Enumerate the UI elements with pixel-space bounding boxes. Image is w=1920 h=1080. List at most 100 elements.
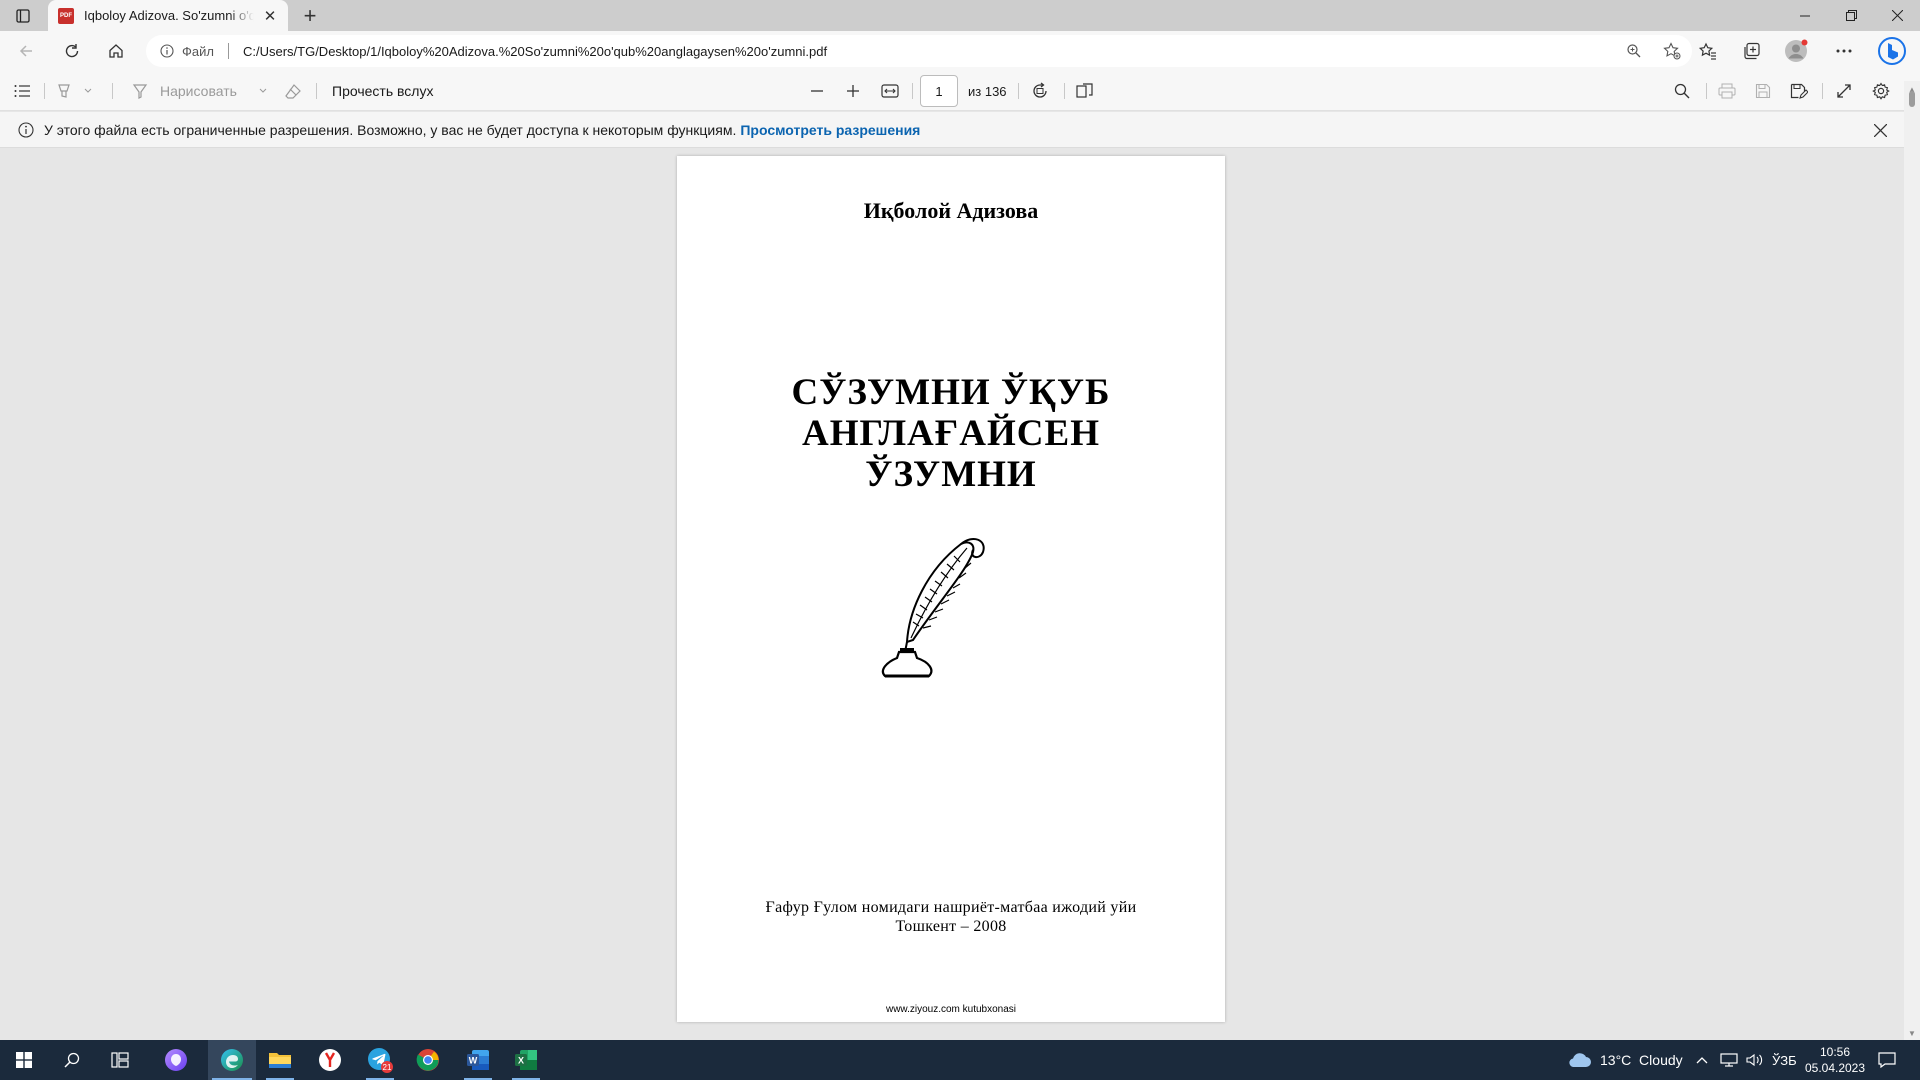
gear-icon <box>1872 82 1890 100</box>
read-aloud-button[interactable]: Прочесть вслух <box>332 71 433 111</box>
start-button[interactable] <box>0 1040 48 1080</box>
scroll-down-arrow-icon[interactable]: ▼ <box>1908 1029 1916 1038</box>
eraser-icon <box>285 84 301 99</box>
contents-button[interactable] <box>14 71 30 111</box>
chevron-down-icon <box>84 88 92 93</box>
zoom-icon[interactable] <box>1622 39 1646 63</box>
chrome-taskbar-button[interactable] <box>404 1040 452 1080</box>
pdf-settings-button[interactable] <box>1872 71 1890 111</box>
publication-place-year: Тошкент – 2008 <box>895 918 1007 935</box>
bing-icon <box>1878 37 1906 65</box>
url-text[interactable]: C:/Users/TG/Desktop/1/Iqboloy%20Adizova.… <box>243 44 827 59</box>
profile-avatar-icon <box>1785 39 1808 62</box>
close-window-button[interactable] <box>1874 0 1920 31</box>
home-icon <box>109 44 123 58</box>
refresh-icon <box>65 44 79 58</box>
add-favorite-icon[interactable] <box>1660 39 1684 63</box>
settings-more-button[interactable] <box>1828 35 1860 67</box>
zoom-out-button[interactable] <box>810 71 824 111</box>
chevron-up-icon <box>1696 1057 1708 1064</box>
favorites-icon <box>1699 42 1716 60</box>
view-permissions-link[interactable]: Просмотреть разрешения <box>740 122 920 138</box>
erase-button[interactable] <box>284 71 302 111</box>
svg-text:X: X <box>518 1056 524 1066</box>
toolbar-separator <box>912 83 913 99</box>
save-as-button[interactable] <box>1790 71 1808 111</box>
fullscreen-button[interactable] <box>1836 71 1852 111</box>
scrollbar-thumb[interactable] <box>1909 91 1915 107</box>
permissions-info-bar: У этого файла есть ограниченные разрешен… <box>0 112 1920 148</box>
site-info-button[interactable]: Файл <box>160 44 214 59</box>
pdf-viewport[interactable]: Иқболой Адизова СЎЗУМНИ ЎҚУБ АНГЛАҒАЙСЕН… <box>0 148 1904 1040</box>
rotate-icon <box>1033 82 1047 98</box>
tab-actions-menu-button[interactable] <box>8 3 38 29</box>
system-clock[interactable]: 10:56 05.04.2023 <box>1800 1044 1870 1076</box>
close-infobar-button[interactable] <box>1870 120 1890 140</box>
volume-control[interactable] <box>1746 1040 1764 1080</box>
excel-taskbar-button[interactable]: X <box>502 1040 550 1080</box>
collections-button[interactable] <box>1736 35 1768 67</box>
edge-taskbar-button[interactable] <box>208 1040 256 1080</box>
weather-widget[interactable]: 13°C Cloudy <box>1566 1040 1683 1080</box>
pdf-toolbar: Нарисовать Прочесть вслух 1 из 136 <box>0 71 1920 111</box>
file-explorer-taskbar-button[interactable] <box>256 1040 304 1080</box>
toolbar-separator <box>1018 83 1019 99</box>
show-hidden-icons-button[interactable] <box>1696 1040 1708 1080</box>
home-button[interactable] <box>100 35 132 67</box>
active-tab[interactable]: PDF Iqboloy Adizova. So'zumni o'qub angl… <box>48 0 288 31</box>
close-icon <box>1873 123 1887 137</box>
print-button[interactable] <box>1718 71 1736 111</box>
tab-close-icon[interactable]: ✕ <box>262 8 278 25</box>
bing-chat-button[interactable] <box>1876 35 1908 67</box>
page-number-input[interactable]: 1 <box>920 75 958 107</box>
yandex-browser-taskbar-button[interactable] <box>306 1040 354 1080</box>
task-view-icon <box>111 1052 129 1068</box>
save-button[interactable] <box>1755 71 1771 111</box>
toolbar-separator <box>1064 83 1065 99</box>
restore-button[interactable] <box>1828 0 1874 31</box>
close-icon <box>1891 10 1903 21</box>
minimize-icon <box>1800 15 1810 16</box>
notification-icon <box>1878 1052 1896 1068</box>
windows-logo-icon <box>16 1052 32 1068</box>
page-view-button[interactable] <box>1076 71 1094 111</box>
book-title-line: ЎЗУМНИ <box>865 454 1037 495</box>
telegram-taskbar-button[interactable]: 21 <box>356 1040 404 1080</box>
draw-pen-icon <box>132 84 148 99</box>
plus-icon <box>847 85 859 97</box>
address-bar-row: Файл C:/Users/TG/Desktop/1/Iqboloy%20Adi… <box>0 31 1920 71</box>
print-icon <box>1718 83 1736 99</box>
find-button[interactable] <box>1674 71 1690 111</box>
word-taskbar-button[interactable]: W <box>454 1040 502 1080</box>
vertical-scrollbar[interactable]: ▲ ▼ <box>1904 81 1920 1040</box>
address-bar[interactable]: Файл C:/Users/TG/Desktop/1/Iqboloy%20Adi… <box>146 35 1692 67</box>
highlight-button[interactable] <box>56 71 92 111</box>
back-button[interactable] <box>10 35 42 67</box>
search-icon <box>64 1052 80 1068</box>
table-of-contents-icon <box>14 85 30 97</box>
page-footer-source: www.ziyouz.com kutubxonasi <box>885 1004 1017 1015</box>
svg-text:W: W <box>469 1056 478 1066</box>
notifications-button[interactable] <box>1878 1040 1896 1080</box>
favorites-button[interactable] <box>1692 35 1724 67</box>
highlighter-icon <box>58 84 70 98</box>
rotate-button[interactable] <box>1031 71 1049 111</box>
zoom-in-button[interactable] <box>846 71 860 111</box>
refresh-button[interactable] <box>56 35 88 67</box>
minus-icon <box>811 90 823 92</box>
profile-button[interactable] <box>1780 35 1812 67</box>
alice-assistant-button[interactable] <box>152 1040 200 1080</box>
draw-button[interactable]: Нарисовать <box>132 71 267 111</box>
excel-icon: X <box>515 1050 537 1070</box>
browser-title-bar: PDF Iqboloy Adizova. So'zumni o'qub angl… <box>0 0 1920 31</box>
address-scheme-label: Файл <box>182 43 214 59</box>
expand-icon <box>1837 84 1851 98</box>
input-language-indicator[interactable]: ЎЗБ <box>1772 1040 1797 1080</box>
fit-to-width-button[interactable] <box>881 71 899 111</box>
taskbar-search-button[interactable] <box>48 1040 96 1080</box>
task-view-button[interactable] <box>96 1040 144 1080</box>
edge-icon <box>221 1049 243 1071</box>
new-tab-button[interactable]: + <box>296 2 324 30</box>
minimize-button[interactable] <box>1782 0 1828 31</box>
network-status[interactable] <box>1720 1040 1738 1080</box>
